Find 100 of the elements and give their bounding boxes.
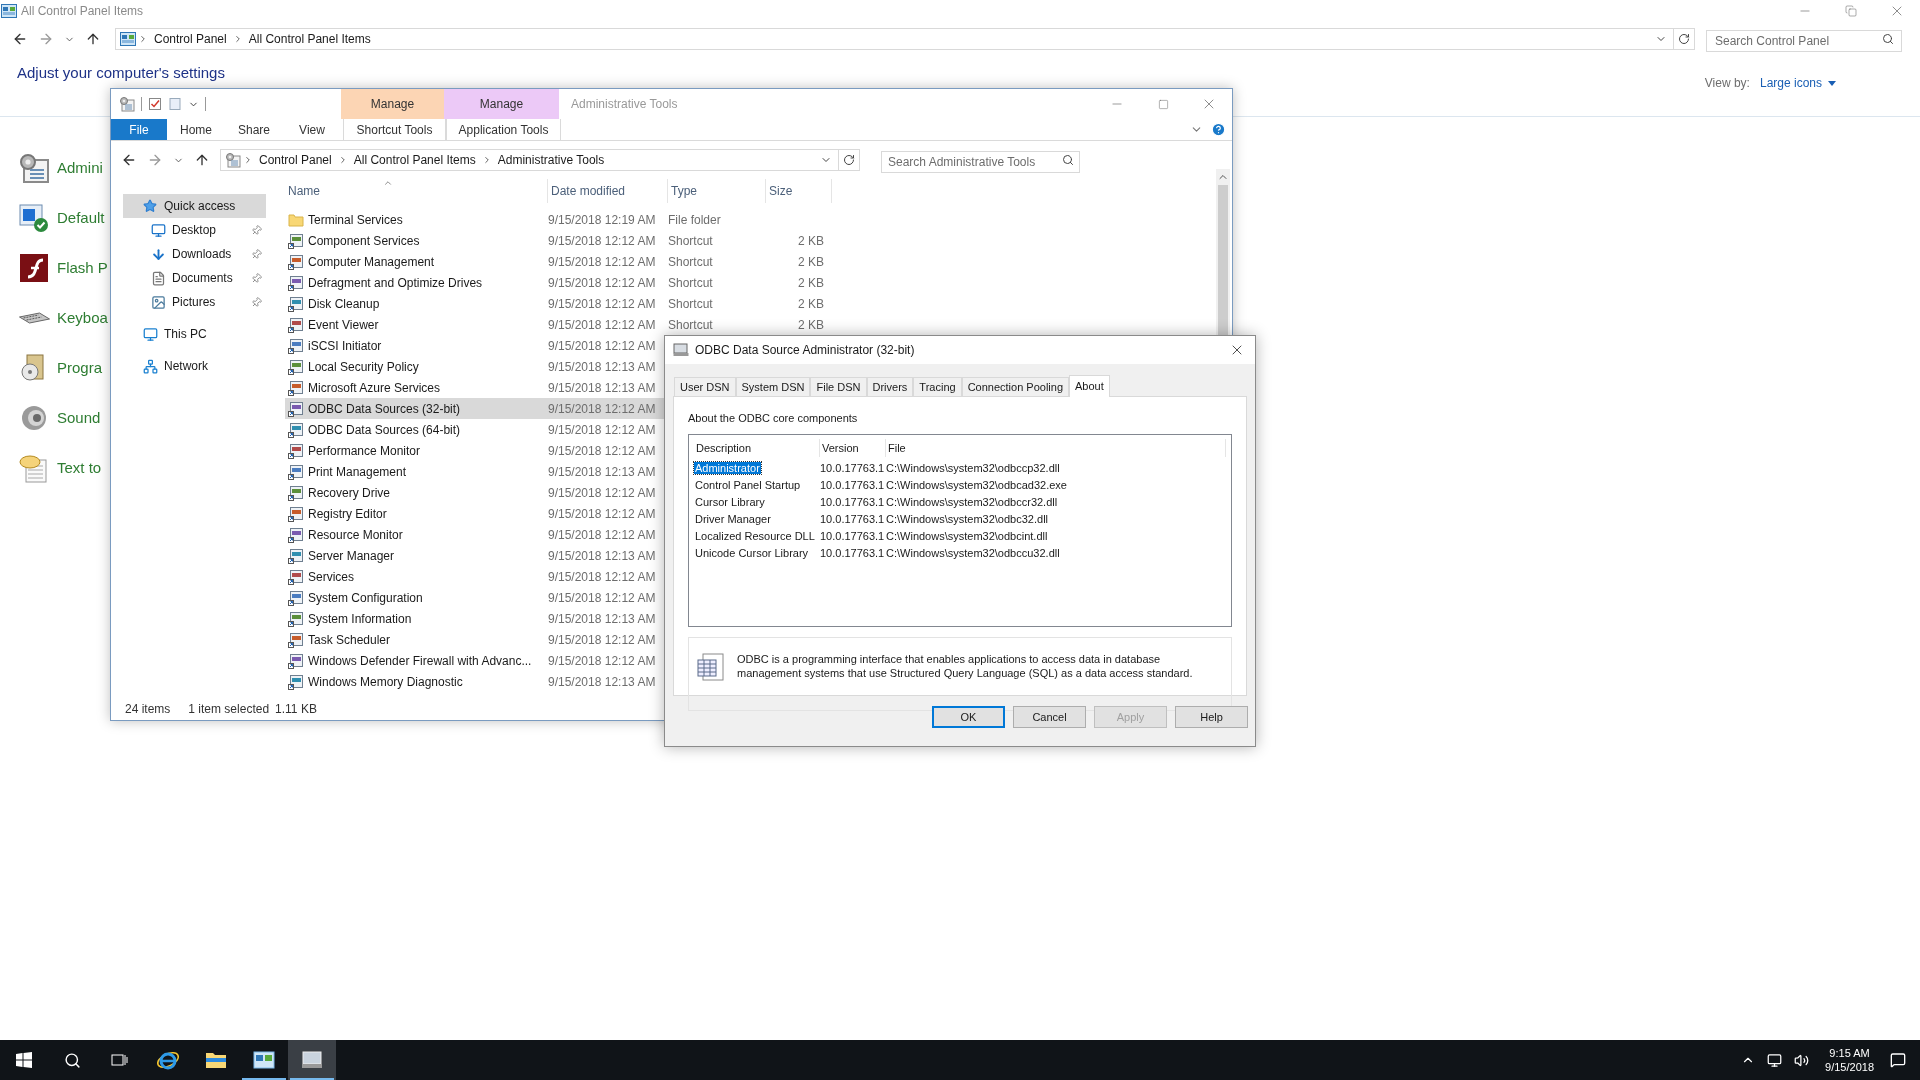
file-row[interactable]: Component Services 9/15/2018 12:12 AM Shortcut 2 KB <box>285 230 824 251</box>
applet-link[interactable]: Admini <box>57 156 103 180</box>
search-field[interactable]: Search Control Panel <box>1706 30 1902 52</box>
properties-icon[interactable] <box>148 97 162 111</box>
view-by-dropdown[interactable]: Large icons <box>1759 74 1836 92</box>
address-bar[interactable]: Control Panel All Control Panel Items Administrative Tools <box>220 149 860 171</box>
column-header[interactable]: Date modified <box>551 182 626 200</box>
up-icon[interactable] <box>85 31 101 47</box>
dialog-tab[interactable]: User DSN <box>674 377 736 396</box>
ribbon-tab[interactable]: View <box>283 119 341 140</box>
list-cell[interactable]: Cursor Library <box>694 496 766 509</box>
list-cell[interactable]: Administrator <box>694 462 761 475</box>
breadcrumb-item[interactable]: Control Panel <box>154 30 227 48</box>
file-row[interactable]: Disk Cleanup 9/15/2018 12:12 AM Shortcut 2 KB <box>285 293 824 314</box>
notifications-icon[interactable] <box>1890 1052 1906 1068</box>
list-cell[interactable]: Unicode Cursor Library <box>694 547 810 560</box>
computer-icon <box>142 326 158 342</box>
file-row[interactable]: Defragment and Optimize Drives 9/15/2018 12:12 AM Shortcut 2 KB <box>285 272 824 293</box>
nav-item[interactable]: Quick access <box>123 194 266 218</box>
ribbon-tab[interactable]: Home <box>167 119 225 140</box>
up-icon[interactable] <box>194 152 210 168</box>
list-cell[interactable]: Localized Resource DLL <box>694 530 816 543</box>
nav-item[interactable]: Network <box>123 354 266 378</box>
type-cell: Shortcut <box>668 275 713 290</box>
date-cell: 9/15/2018 12:12 AM <box>548 422 656 437</box>
file-name: ODBC Data Sources (64-bit) <box>308 421 461 439</box>
applet-link[interactable]: Default <box>57 206 105 230</box>
folder-icon[interactable] <box>205 1050 227 1070</box>
list-cell[interactable]: Control Panel Startup <box>694 479 802 492</box>
breadcrumb-item[interactable]: Control Panel <box>259 151 332 169</box>
nav-item[interactable]: This PC <box>123 322 266 346</box>
column-header[interactable]: Size <box>769 182 793 200</box>
back-icon[interactable] <box>12 31 28 47</box>
refresh-icon[interactable] <box>843 154 855 166</box>
file-row[interactable]: Services 9/15/2018 12:12 AM <box>285 566 824 587</box>
file-row[interactable]: System Information 9/15/2018 12:13 AM <box>285 608 824 629</box>
search-icon[interactable] <box>63 1051 81 1069</box>
clock-date[interactable]: 9/15/2018 <box>1825 1060 1874 1074</box>
tool-icon <box>288 295 304 312</box>
forward-icon[interactable] <box>147 152 163 168</box>
column-header[interactable]: Description <box>696 439 752 457</box>
breadcrumb-item[interactable]: All Control Panel Items <box>248 30 371 48</box>
help-icon[interactable] <box>1211 122 1226 137</box>
file-row[interactable]: Computer Management 9/15/2018 12:12 AM Shortcut 2 KB <box>285 251 824 272</box>
dialog-button[interactable]: Help <box>1175 706 1248 728</box>
applet-link[interactable]: Keyboa <box>57 306 108 330</box>
speech-bubble-icon <box>18 452 50 484</box>
control-panel-icon[interactable] <box>253 1051 275 1069</box>
dialog-tab[interactable]: Drivers <box>866 377 914 396</box>
applet-link[interactable]: Text to <box>57 456 102 480</box>
search-field[interactable]: Search Administrative Tools <box>881 151 1080 173</box>
nav-item[interactable]: Downloads <box>123 242 266 266</box>
file-row[interactable]: Event Viewer 9/15/2018 12:12 AM Shortcut 2 KB <box>285 314 824 335</box>
dialog-tab[interactable]: Tracing <box>913 377 962 396</box>
date-cell: 9/15/2018 12:12 AM <box>548 485 656 500</box>
breadcrumb-item[interactable]: Administrative Tools <box>497 151 605 169</box>
column-header[interactable]: File <box>888 439 906 457</box>
nav-item[interactable]: Pictures <box>123 290 266 314</box>
components-list[interactable] <box>688 434 1232 627</box>
file-name: Services <box>308 568 354 586</box>
tools-icon <box>119 96 135 112</box>
ribbon-tab[interactable]: Share <box>225 119 283 140</box>
forward-icon[interactable] <box>38 31 54 47</box>
task-view-icon[interactable] <box>111 1052 129 1068</box>
breadcrumb-item[interactable]: All Control Panel Items <box>353 151 476 169</box>
column-header[interactable]: Type <box>671 182 697 200</box>
dialog-tab[interactable]: File DSN <box>810 377 867 396</box>
clock-time[interactable]: 9:15 AM <box>1829 1046 1870 1060</box>
size-cell: 2 KB <box>798 233 824 248</box>
taskbar-app[interactable] <box>288 1040 336 1080</box>
column-header[interactable]: Version <box>822 439 859 457</box>
nav-item[interactable]: Documents <box>123 266 266 290</box>
file-row[interactable]: System Configuration 9/15/2018 12:12 AM <box>285 587 824 608</box>
applet-link[interactable]: Progra <box>57 356 103 380</box>
ribbon-tab[interactable]: Application Tools <box>446 119 561 140</box>
list-cell[interactable]: Driver Manager <box>694 513 772 526</box>
file-name: Task Scheduler <box>308 631 391 649</box>
scroll-thumb[interactable] <box>1218 185 1228 335</box>
ribbon-tab[interactable]: Shortcut Tools <box>343 119 446 140</box>
nav-item[interactable]: Desktop <box>123 218 266 242</box>
start-icon[interactable] <box>16 1052 32 1068</box>
dialog-button[interactable]: OK <box>932 706 1005 728</box>
file-row[interactable]: Task Scheduler 9/15/2018 12:12 AM <box>285 629 824 650</box>
dialog-tab[interactable]: System DSN <box>735 377 811 396</box>
computer-icon <box>673 343 689 357</box>
computer-icon[interactable] <box>301 1050 323 1070</box>
applet-link[interactable]: Sound <box>57 406 101 430</box>
file-tab[interactable]: File <box>111 119 167 140</box>
address-bar[interactable]: Control Panel All Control Panel Items <box>115 28 1695 50</box>
back-icon[interactable] <box>121 152 137 168</box>
column-header[interactable]: Name <box>288 182 320 200</box>
dialog-tab[interactable]: Connection Pooling <box>961 377 1070 396</box>
dialog-tab[interactable]: About <box>1069 375 1110 397</box>
file-row[interactable]: Terminal Services 9/15/2018 12:19 AM File folder <box>285 209 824 230</box>
refresh-icon[interactable] <box>1678 33 1690 45</box>
volume-icon[interactable] <box>1794 1052 1810 1068</box>
network-icon[interactable] <box>1767 1052 1783 1068</box>
network-icon <box>142 358 158 374</box>
dialog-button[interactable]: Cancel <box>1013 706 1086 728</box>
applet-link[interactable]: Flash P <box>57 256 108 280</box>
